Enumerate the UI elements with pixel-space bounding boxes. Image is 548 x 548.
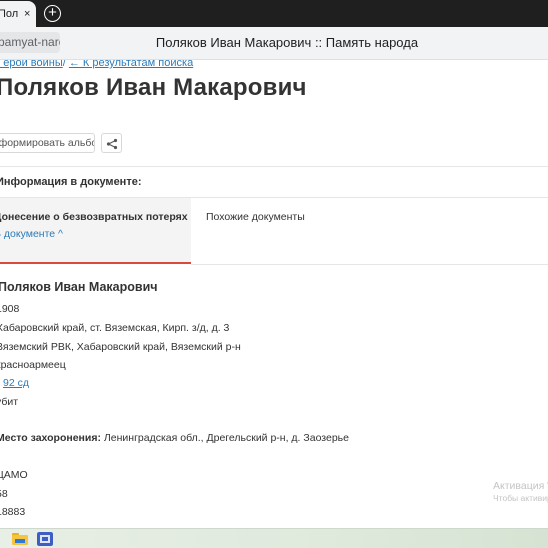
windows-activation-sub: Чтобы активировать Windows <box>493 493 548 503</box>
back-to-results-link[interactable]: ← К результатам поиска <box>69 60 193 69</box>
record-burial-value: Ленинградская обл., Дрегельский р-н, д. … <box>103 432 349 444</box>
share-button[interactable] <box>101 133 122 153</box>
address-bar: pamyat-naroda.ru Поляков Иван Макарович … <box>0 27 548 60</box>
record-unit-link[interactable]: 92 сд <box>3 377 29 389</box>
in-document-toggle[interactable]: В документе ^ <box>0 228 63 240</box>
record-birth-date: 1908 <box>0 303 20 315</box>
record-birth-place: Хабаровский край, ст. Вяземская, Кирп. з… <box>0 322 230 334</box>
record-burial-place: Место захоронения: Ленинградская обл., Д… <box>0 432 349 444</box>
windows-activation-title: Активация Windows <box>493 480 548 492</box>
record-fond: 58 <box>0 488 8 500</box>
close-icon[interactable]: × <box>24 1 30 27</box>
record-draft-office: Вяземский РВК, Хабаровский край, Вяземск… <box>0 341 241 353</box>
page-content: Герои войны/ ← К результатам поиска Поля… <box>0 60 548 528</box>
breadcrumb-separator: / <box>62 60 66 69</box>
taskbar <box>0 528 548 548</box>
create-album-button[interactable]: Сформировать альбом <box>0 133 95 153</box>
record-unit: 92 сд <box>0 377 29 389</box>
tab-losses-report[interactable]: Донесение о безвозвратных потерях В доку… <box>0 198 191 264</box>
record-archive: ЦАМО <box>0 469 28 481</box>
share-icon <box>106 138 118 150</box>
divider <box>191 264 548 265</box>
window-title: Поляков Иван Макарович :: Память народа <box>155 35 419 50</box>
record-rank: красноармеец <box>0 359 66 371</box>
page-title: Поляков Иван Макарович <box>0 74 307 101</box>
tab-similar-documents[interactable]: Похожие документы <box>206 211 305 223</box>
browser-tab-strip: Пол × + <box>0 0 548 27</box>
browser-tab[interactable]: Пол × <box>0 1 36 27</box>
record-fate: убит <box>0 396 19 408</box>
create-album-label: Сформировать альбом <box>0 137 94 149</box>
document-tabs: Донесение о безвозвратных потерях В доку… <box>0 198 548 264</box>
record-person-name: Поляков Иван Макарович <box>0 280 158 294</box>
folder-icon[interactable] <box>12 532 28 546</box>
browser-tab-title: Пол <box>0 8 19 20</box>
breadcrumb: Герои войны/ ← К результатам поиска <box>0 60 193 69</box>
new-tab-button[interactable]: + <box>44 5 61 22</box>
app-icon[interactable] <box>37 532 53 546</box>
divider <box>0 166 548 167</box>
record-opis: 18883 <box>0 506 26 518</box>
record-burial-label: Место захоронения: <box>0 432 101 444</box>
section-heading: Информация в документе: <box>0 176 142 188</box>
breadcrumb-heroes-link[interactable]: Герои войны <box>0 60 63 69</box>
tab-losses-report-title: Донесение о безвозвратных потерях <box>0 211 188 223</box>
